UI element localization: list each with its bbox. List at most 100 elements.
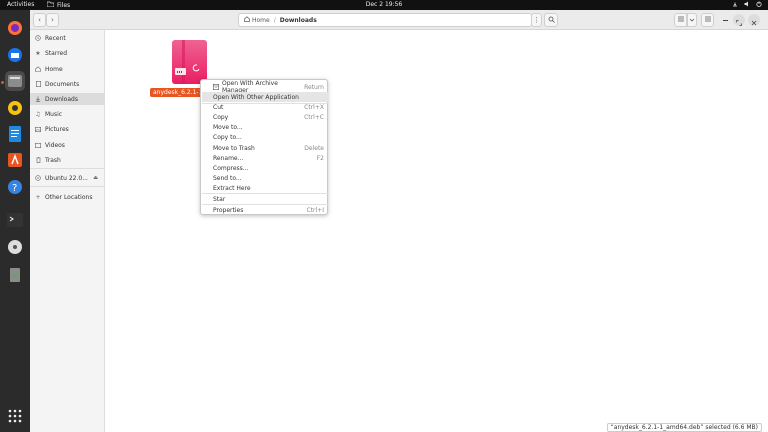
maximize-icon — [736, 11, 742, 30]
forward-button[interactable]: › — [46, 13, 59, 27]
system-tray[interactable] — [732, 1, 762, 9]
menu-item-accel: Ctrl+I — [306, 206, 324, 214]
menu-item-cut[interactable]: Cut Ctrl+X — [202, 102, 328, 112]
minimize-button[interactable] — [719, 14, 731, 26]
sidebar-divider — [30, 168, 105, 169]
kebab-icon: ⋮ — [533, 16, 540, 24]
sidebar-item-trash[interactable]: Trash — [30, 154, 105, 166]
rhythmbox-icon[interactable] — [5, 98, 25, 118]
terminal-icon[interactable] — [5, 210, 25, 230]
main-menu-button[interactable] — [701, 13, 714, 27]
path-home[interactable]: Home — [244, 16, 270, 24]
sidebar-item-label: Recent — [45, 34, 66, 42]
document-icon — [35, 81, 41, 87]
menu-item-accel: Delete — [304, 144, 324, 152]
menu-item-label: Star — [213, 195, 226, 203]
path-separator: / — [273, 16, 276, 24]
sidebar-item-label: Ubuntu 22.0... — [45, 174, 88, 182]
menu-item-label: Move to Trash — [213, 144, 255, 152]
menu-item-rename[interactable]: Rename... F2 — [202, 153, 328, 163]
menu-item-label: Open With Other Application — [213, 93, 299, 101]
sidebar-item-label: Downloads — [45, 95, 78, 103]
sidebar-item-downloads[interactable]: Downloads — [30, 93, 105, 105]
clock-icon — [35, 35, 41, 41]
menu-item-send-to[interactable]: Send to... — [202, 173, 328, 183]
menu-item-star[interactable]: Star — [202, 194, 328, 204]
search-button[interactable] — [544, 13, 558, 27]
chevron-right-icon: › — [51, 16, 54, 24]
sidebar-item-ubuntu-disc[interactable]: Ubuntu 22.0... ⏏ — [30, 172, 105, 184]
header-bar: ‹ › Home / Downloads ⋮ — [30, 10, 768, 30]
sidebar-item-music[interactable]: ♫ Music — [30, 108, 105, 120]
dock: ? — [0, 10, 30, 432]
status-bar: “anydesk_6.2.1-1_amd64.deb” selected (6.… — [606, 423, 762, 432]
chevron-left-icon: ‹ — [38, 16, 41, 24]
home-icon — [244, 16, 250, 24]
path-current[interactable]: Downloads — [280, 17, 317, 24]
sidebar-item-videos[interactable]: Videos — [30, 139, 105, 151]
sidebar-item-label: Documents — [45, 80, 80, 88]
back-button[interactable]: ‹ — [33, 13, 46, 27]
menu-item-compress[interactable]: Compress... — [202, 163, 328, 173]
files-window: ‹ › Home / Downloads ⋮ Recent ★ Starred … — [30, 10, 768, 432]
trash-icon[interactable] — [5, 264, 25, 284]
path-bar[interactable]: Home / Downloads — [238, 13, 532, 27]
menu-item-extract-here[interactable]: Extract Here — [202, 183, 328, 193]
menu-item-label: Compress... — [213, 164, 249, 172]
menu-item-move-to-trash[interactable]: Move to Trash Delete — [202, 143, 328, 153]
menu-item-properties[interactable]: Properties Ctrl+I — [202, 205, 328, 215]
view-options-button[interactable] — [687, 13, 697, 27]
maximize-button[interactable] — [733, 14, 745, 26]
sidebar: Recent ★ Starred Home Documents Download… — [30, 30, 105, 432]
thunderbird-icon[interactable] — [5, 45, 25, 65]
sidebar-item-documents[interactable]: Documents — [30, 78, 105, 90]
power-icon — [756, 1, 762, 9]
close-button[interactable] — [748, 14, 760, 26]
sidebar-item-label: Other Locations — [45, 193, 93, 201]
sidebar-item-other-locations[interactable]: + Other Locations — [30, 191, 105, 203]
menu-item-move-to[interactable]: Move to... — [202, 122, 328, 132]
writer-icon[interactable] — [5, 124, 25, 144]
download-icon — [35, 96, 41, 102]
view-toggle-button[interactable] — [674, 13, 687, 27]
software-icon[interactable] — [5, 150, 25, 170]
sidebar-item-recent[interactable]: Recent — [30, 32, 105, 44]
menu-item-open-archive-manager[interactable]: Open With Archive Manager Return — [202, 80, 328, 94]
sidebar-item-label: Home — [45, 65, 63, 73]
eject-icon[interactable]: ⏏ — [93, 175, 98, 181]
menu-item-accel: F2 — [316, 154, 324, 162]
sidebar-item-pictures[interactable]: Pictures — [30, 123, 105, 135]
hamburger-icon — [704, 16, 711, 24]
network-icon — [732, 1, 738, 9]
trash-icon — [35, 157, 41, 163]
menu-item-copy-to[interactable]: Copy to... — [202, 132, 328, 142]
path-menu-button[interactable]: ⋮ — [531, 13, 542, 27]
sidebar-item-starred[interactable]: ★ Starred — [30, 47, 105, 59]
chevron-down-icon — [689, 16, 695, 24]
context-menu: Open With Archive Manager Return Open Wi… — [200, 79, 328, 215]
video-icon — [35, 142, 41, 148]
menu-item-copy[interactable]: Copy Ctrl+C — [202, 112, 328, 122]
files-icon[interactable] — [5, 71, 25, 91]
menu-item-open-other-application[interactable]: Open With Other Application — [202, 92, 328, 102]
sidebar-divider — [30, 186, 105, 187]
sidebar-item-label: Videos — [45, 141, 65, 149]
minimize-icon — [722, 19, 728, 21]
menu-item-label: Copy — [213, 113, 229, 121]
sidebar-item-label: Pictures — [45, 125, 69, 133]
help-icon[interactable]: ? — [5, 177, 25, 197]
disc-icon — [35, 175, 41, 181]
menu-item-label: Properties — [213, 206, 244, 214]
archive-icon — [213, 84, 220, 92]
disc-icon[interactable] — [5, 237, 25, 257]
deb-package-icon[interactable] — [172, 40, 207, 84]
menu-item-label: Send to... — [213, 174, 242, 182]
menu-item-label: Rename... — [213, 154, 244, 162]
menu-item-label: Copy to... — [213, 133, 242, 141]
sidebar-item-home[interactable]: Home — [30, 63, 105, 75]
star-icon: ★ — [35, 49, 41, 57]
clock[interactable]: Dec 2 19:56 — [0, 1, 768, 8]
app-grid-icon[interactable] — [5, 406, 25, 426]
running-indicator — [1, 81, 4, 84]
firefox-icon[interactable] — [5, 18, 25, 38]
